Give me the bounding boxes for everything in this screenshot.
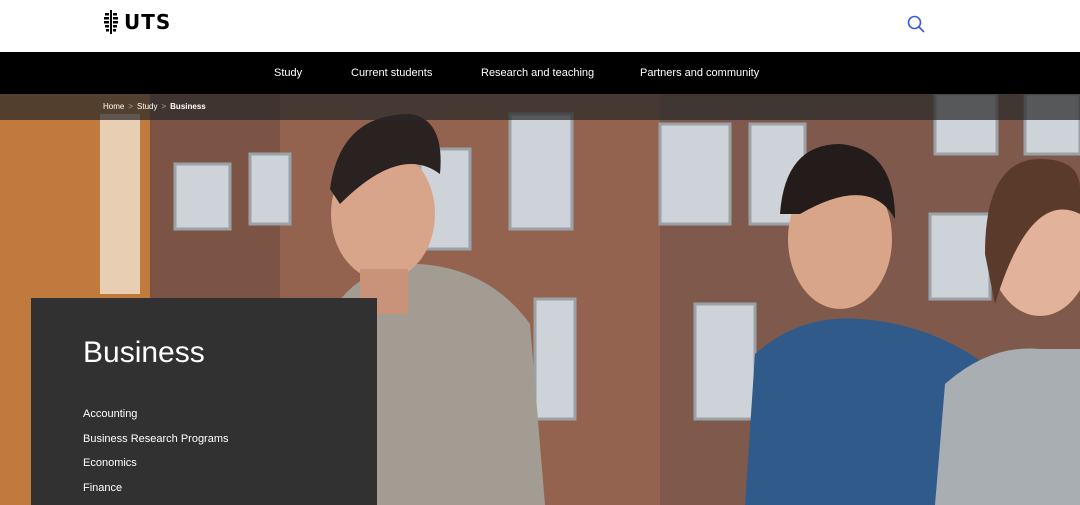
logo-text: UTS — [124, 10, 172, 34]
hero-panel: Business Accounting Business Research Pr… — [31, 298, 377, 505]
breadcrumb-separator: > — [161, 102, 167, 111]
main-nav: Study Current students Research and teac… — [0, 52, 1080, 94]
nav-item-research-and-teaching[interactable]: Research and teaching — [481, 52, 594, 94]
breadcrumb-current: Business — [170, 102, 206, 111]
link-economics[interactable]: Economics — [83, 455, 229, 480]
uts-logo[interactable]: UTS — [104, 10, 171, 34]
breadcrumb-separator: > — [128, 102, 134, 111]
subject-links: Accounting Business Research Programs Ec… — [83, 406, 229, 504]
link-business-research-programs[interactable]: Business Research Programs — [83, 431, 229, 456]
nav-item-study[interactable]: Study — [274, 52, 302, 94]
uts-crest-icon — [104, 10, 118, 34]
search-icon — [907, 15, 925, 33]
page-title: Business — [83, 336, 205, 369]
breadcrumb-study[interactable]: Study — [137, 94, 157, 120]
link-accounting[interactable]: Accounting — [83, 406, 229, 431]
site-header: UTS — [0, 0, 1080, 52]
breadcrumb-bar: Home > Study > Business — [0, 94, 1080, 120]
search-button[interactable] — [904, 12, 928, 36]
nav-item-partners-and-community[interactable]: Partners and community — [640, 52, 759, 94]
nav-item-current-students[interactable]: Current students — [351, 52, 432, 94]
breadcrumb: Home > Study > Business — [103, 94, 206, 120]
link-finance[interactable]: Finance — [83, 480, 229, 505]
breadcrumb-home[interactable]: Home — [103, 94, 124, 120]
